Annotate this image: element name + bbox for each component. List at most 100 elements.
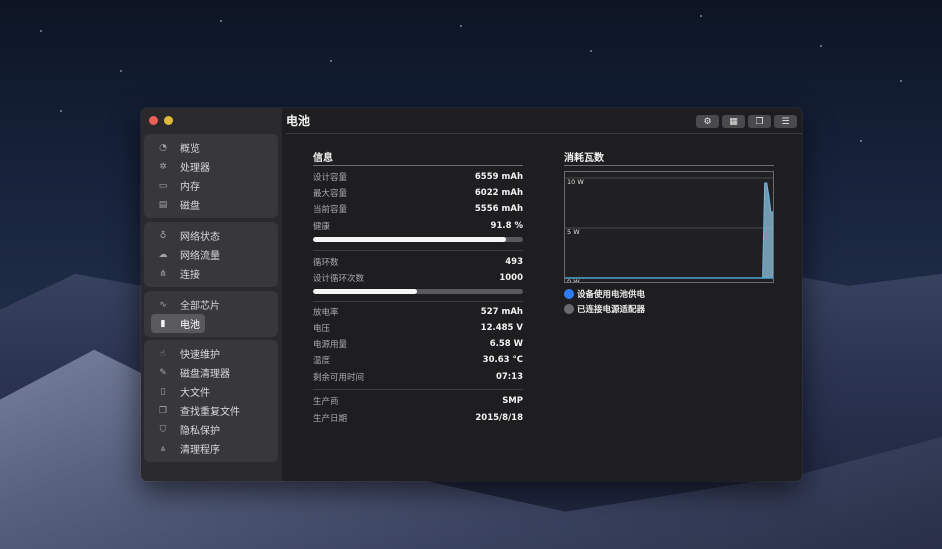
legend-swatch	[564, 304, 574, 314]
row-label: 生产日期	[313, 414, 348, 424]
row-design-capacity: 设计容量 6559 mAh	[313, 169, 523, 185]
row-label: 健康	[313, 222, 331, 232]
close-button[interactable]	[149, 116, 158, 125]
sidebar-item[interactable]: ✲ 处理器	[151, 157, 271, 176]
sidebar-item-label: 全部芯片	[180, 301, 220, 312]
row-design-cycles: 设计循环次数 1000	[313, 270, 523, 286]
sidebar-group: ♁ 网络状态 ☁ 网络流量 ⋔ 连接	[144, 222, 278, 287]
cloud-icon: ☁	[158, 249, 168, 260]
sidebar-item[interactable]: ☁ 网络流量	[151, 245, 271, 264]
shield-icon: ⛉	[159, 424, 167, 435]
battery-icon: ▮	[160, 318, 166, 329]
apps-icon: ⩓	[160, 443, 166, 454]
sidebar-item[interactable]: ⩓ 清理程序	[151, 439, 271, 458]
list-button[interactable]: ☰	[774, 115, 797, 128]
grid-button[interactable]: ▦	[722, 115, 745, 128]
row-label: 放电率	[313, 308, 339, 318]
sidebar-item-label: 磁盘	[180, 201, 200, 212]
sidebar-item[interactable]: ◔ 概览	[151, 138, 271, 157]
row-label: 设计容量	[313, 173, 348, 183]
health-progress-fill	[313, 237, 506, 242]
row-value: 527 mAh	[480, 307, 523, 317]
row-current-capacity: 当前容量 5556 mAh	[313, 201, 523, 217]
sidebar-item[interactable]: ⋔ 连接	[151, 264, 271, 283]
row-value: 6559 mAh	[474, 172, 523, 182]
sidebar-item-label: 查找重复文件	[180, 407, 240, 418]
file-icon: ▯	[160, 386, 166, 397]
legend-battery: 设备使用电池供电	[564, 288, 645, 300]
row-label: 最大容量	[313, 189, 348, 199]
gear-icon: ⚙	[703, 116, 712, 127]
broom-icon: ✎	[159, 367, 167, 378]
row-value: 12.485 V	[480, 323, 523, 333]
sidebar-item-label: 网络流量	[180, 251, 220, 262]
info-section-divider	[313, 165, 523, 166]
row-value: 1000	[499, 273, 523, 283]
row-value: 30.63 °C	[482, 355, 523, 365]
sidebar-item[interactable]: ▤ 磁盘	[151, 195, 271, 214]
sidebar-item[interactable]: ▯ 大文件	[151, 382, 271, 401]
row-label: 当前容量	[313, 205, 348, 215]
pulse-icon: ∿	[159, 299, 167, 310]
legend-swatch	[564, 289, 574, 299]
windows-icon: ❐	[755, 116, 764, 127]
gear-button[interactable]: ⚙	[696, 115, 719, 128]
row-power-usage: 电源用量 6.58 W	[313, 336, 523, 352]
sidebar-item-label: 处理器	[180, 163, 210, 174]
legend-label: 已连接电源适配器	[577, 305, 646, 315]
sidebar-item-label: 电池	[180, 320, 200, 331]
connections-icon: ⋔	[159, 268, 167, 279]
sidebar-item[interactable]: ♁ 网络状态	[151, 226, 271, 245]
row-manufacturer: 生产商 SMP	[313, 393, 523, 409]
health-progress-bar	[313, 237, 523, 242]
y-tick-label: 5 W	[567, 228, 580, 236]
sidebar-item[interactable]: ✎ 磁盘清理器	[151, 363, 271, 382]
row-temperature: 温度 30.63 °C	[313, 352, 523, 368]
row-value: 6022 mAh	[474, 188, 523, 198]
sidebar-item[interactable]: ▭ 内存	[151, 176, 271, 195]
minimize-button[interactable]	[164, 116, 173, 125]
windows-button[interactable]: ❐	[748, 115, 771, 128]
sidebar-item-label: 内存	[180, 182, 200, 193]
gauge-icon: ◔	[159, 142, 167, 153]
sidebar-item-label: 快速维护	[180, 350, 220, 361]
row-label: 电压	[313, 324, 331, 334]
row-value: 6.58 W	[489, 339, 523, 349]
row-voltage: 电压 12.485 V	[313, 320, 523, 336]
row-label: 循环数	[313, 258, 339, 268]
sidebar-group: ∿ 全部芯片 ▮ 电池	[144, 291, 278, 337]
title-divider	[286, 133, 802, 134]
sidebar-item-label: 磁盘清理器	[180, 369, 230, 380]
sidebar-item[interactable]: ▮ 电池	[151, 314, 205, 333]
row-label: 电源用量	[313, 340, 348, 350]
sidebar-item[interactable]: ∿ 全部芯片	[151, 295, 271, 314]
consumption-section-divider	[564, 165, 774, 166]
row-label: 温度	[313, 356, 331, 366]
cycles-progress-fill	[313, 289, 417, 294]
sidebar-item[interactable]: ☝ 快速维护	[151, 344, 271, 363]
sidebar-item-label: 网络状态	[180, 232, 220, 243]
row-cycle-count: 循环数 493	[313, 254, 523, 270]
legend-label: 设备使用电池供电	[577, 290, 646, 300]
row-discharge-rate: 放电率 527 mAh	[313, 304, 523, 320]
row-health: 健康 91.8 %	[313, 218, 523, 234]
y-tick-label: 10 W	[567, 178, 584, 186]
network-icon: ♁	[159, 230, 167, 241]
sidebar-group: ◔ 概览 ✲ 处理器 ▭ 内存 ▤ 磁盘	[144, 134, 278, 218]
cpu-icon: ✲	[159, 161, 167, 172]
duplicate-icon: ❐	[158, 405, 168, 416]
sidebar-item-label: 清理程序	[180, 445, 220, 456]
row-manufacture-date: 生产日期 2015/8/18	[313, 410, 523, 426]
sidebar-item[interactable]: ❐ 查找重复文件	[151, 401, 271, 420]
cycles-progress-bar	[313, 289, 523, 294]
divider	[313, 301, 523, 302]
sidebar: ◔ 概览 ✲ 处理器 ▭ 内存 ▤ 磁盘 ♁ 网络状态 ☁ 网络流量 ⋔ 连接 ∿ 全部芯片 ▮ 电池 ☝ 快速维护 ✎…	[141, 108, 282, 481]
row-value: 07:13	[495, 372, 523, 382]
row-value: 91.8 %	[490, 221, 523, 231]
sidebar-item[interactable]: ⛉ 隐私保护	[151, 420, 271, 439]
row-label: 设计循环次数	[313, 274, 365, 284]
page-title: 电池	[286, 114, 311, 128]
legend-adapter: 已连接电源适配器	[564, 303, 645, 315]
row-max-capacity: 最大容量 6022 mAh	[313, 185, 523, 201]
row-value: 493	[505, 257, 523, 267]
